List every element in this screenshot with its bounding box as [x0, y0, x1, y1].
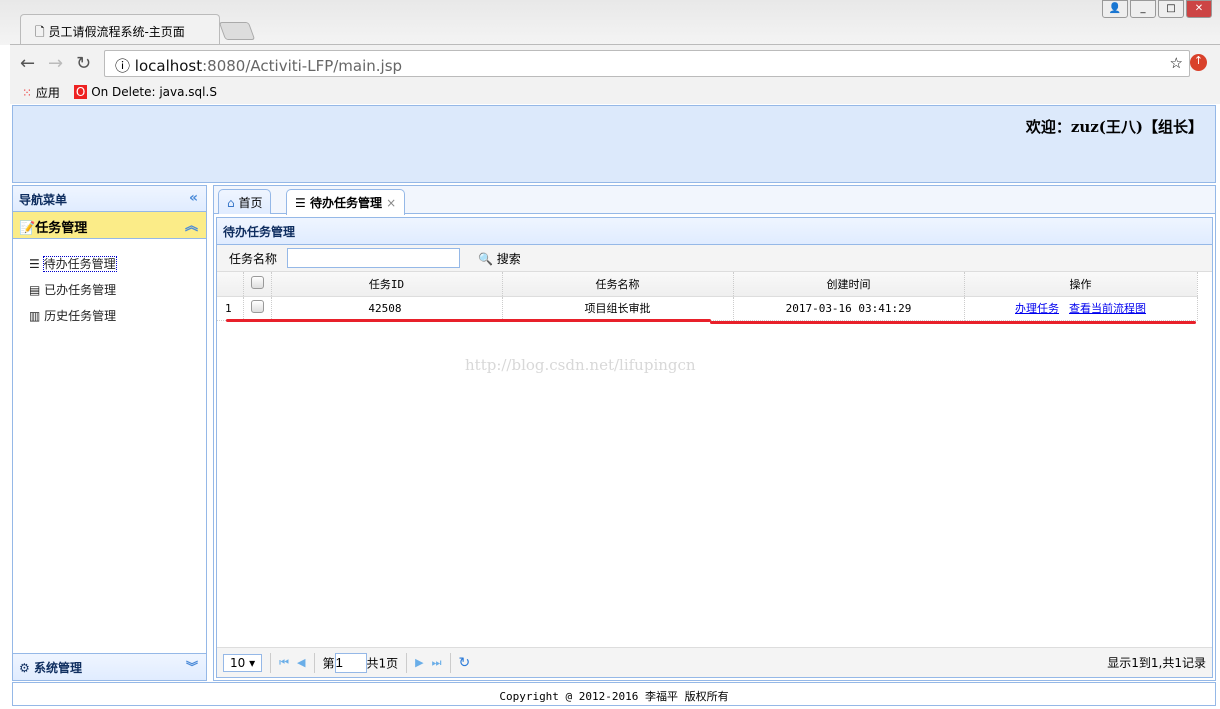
panel-title: 待办任务管理: [223, 225, 296, 239]
item-label: 待办任务管理: [42, 256, 117, 272]
info-icon: ⓘ: [115, 57, 135, 75]
apps-icon: ⁙: [22, 85, 33, 100]
user-icon[interactable]: 👤: [1102, 0, 1128, 18]
chevron-down-icon[interactable]: ︾: [186, 658, 198, 675]
search-button[interactable]: 🔍 搜索: [478, 250, 521, 267]
page-header: 欢迎：zuz(王八)【组长】: [12, 105, 1216, 183]
last-page-icon[interactable]: ⏭: [432, 656, 442, 670]
page-number-input[interactable]: [334, 652, 367, 673]
bookmark-label: On Delete: java.sql.S: [91, 85, 217, 99]
item-label: 历史任务管理: [44, 309, 117, 323]
cell-task-id: 42508: [271, 296, 503, 321]
view-flowchart-link[interactable]: 查看当前流程图: [1069, 302, 1146, 315]
bookmark-label: 应用: [35, 85, 60, 100]
sidebar-item-history[interactable]: ▥ 历史任务管理: [29, 301, 206, 327]
group-label: 任务管理: [35, 221, 88, 236]
page-size-select[interactable]: 10 ▾: [223, 653, 263, 672]
document-icon: ▤: [29, 283, 45, 297]
bookmark-oracle[interactable]: O On Delete: java.sql.S: [73, 85, 217, 99]
extension-icon[interactable]: ↑: [1190, 54, 1207, 71]
maximize-icon[interactable]: □: [1158, 0, 1184, 18]
tab-home[interactable]: ⌂ 首页: [218, 189, 272, 214]
page-icon: 🗋: [35, 25, 49, 39]
sidebar-item-done[interactable]: ▤ 已办任务管理: [29, 275, 206, 301]
history-icon: ▥: [29, 309, 45, 323]
main-panel: ⌂ 首页 ☰ 待办任务管理 × 待办任务管理 任务名称 🔍 搜索 任务ID 任务…: [213, 185, 1216, 681]
url-path: :8080/Activiti-LFP/main.jsp: [202, 57, 403, 75]
tab-todo[interactable]: ☰ 待办任务管理 ×: [286, 189, 406, 215]
prev-page-icon[interactable]: ◀: [297, 656, 305, 669]
todo-panel: 待办任务管理 任务名称 🔍 搜索 任务ID 任务名称 创建时间 操作 1 425…: [216, 217, 1213, 678]
bookmark-apps[interactable]: ⁙ 应用: [22, 84, 60, 101]
col-task-name[interactable]: 任务名称: [502, 272, 734, 297]
close-tab-icon[interactable]: ×: [386, 196, 396, 210]
window-controls: 👤 _ □ ✕: [1102, 0, 1212, 18]
group-label: 系统管理: [33, 661, 82, 675]
edit-icon: 📝: [19, 221, 36, 236]
sidebar-title: 导航菜单: [19, 193, 68, 207]
reload-icon[interactable]: ↻: [76, 53, 91, 74]
col-actions: 操作: [964, 272, 1198, 297]
table-header: 任务ID 任务名称 创建时间 操作: [217, 272, 1198, 297]
table-row[interactable]: 1 42508 项目组长审批 2017-03-16 03:41:29 办理任务查…: [217, 296, 1198, 321]
row-number-header: [217, 272, 244, 297]
search-bar: 任务名称 🔍 搜索: [217, 245, 1212, 272]
address-bar[interactable]: ⓘ localhost:8080/Activiti-LFP/main.jsp ☆: [104, 50, 1190, 77]
row-checkbox[interactable]: [243, 296, 272, 321]
new-tab-button[interactable]: [218, 22, 256, 40]
page-size-value: 10: [230, 655, 246, 670]
browser-tab[interactable]: 🗋 员工请假流程系统-主页面: [20, 14, 220, 46]
next-page-icon[interactable]: ▶: [415, 656, 423, 669]
search-label: 任务名称: [229, 251, 278, 266]
col-task-id[interactable]: 任务ID: [271, 272, 503, 297]
collapse-left-icon[interactable]: «: [189, 190, 198, 206]
nav-sidebar: 导航菜单 « 📝任务管理 ︽ ☰ 待办任务管理 ▤ 已办任务管理 ▥ 历史任务管理 …: [12, 185, 207, 681]
tab-title: 员工请假流程系统-主页面: [48, 25, 185, 39]
page-total: 共1页: [366, 656, 399, 670]
close-icon[interactable]: ✕: [1186, 0, 1212, 18]
first-page-icon[interactable]: ⏮: [279, 656, 289, 670]
annotation-underline: [710, 321, 1196, 324]
cell-task-name: 项目组长审批: [502, 296, 734, 321]
row-number: 1: [217, 296, 244, 321]
pagination: 10 ▾ ⏮ ◀ 第 共1页 ▶ ⏭ ↻ 显示1到1,共1记录: [217, 647, 1212, 677]
watermark: http://blog.csdn.net/lifupingcn: [465, 356, 696, 374]
forward-icon[interactable]: →: [48, 53, 63, 74]
tab-label: 待办任务管理: [309, 196, 382, 210]
search-icon: 🔍: [478, 251, 493, 266]
refresh-icon[interactable]: ↻: [459, 655, 471, 671]
tab-label: 首页: [238, 196, 263, 210]
welcome-text: 欢迎：zuz(王八)【组长】: [1025, 118, 1203, 136]
checklist-icon: ☰: [295, 196, 310, 210]
oracle-icon: O: [73, 85, 88, 99]
accordion-system-management[interactable]: ⚙ 系统管理 ︾: [13, 653, 206, 680]
task-table: 任务ID 任务名称 创建时间 操作 1 42508 项目组长审批 2017-03…: [217, 272, 1198, 321]
task-name-input[interactable]: [287, 248, 461, 268]
select-all-checkbox[interactable]: [243, 272, 272, 297]
sidebar-item-todo[interactable]: ☰ 待办任务管理: [29, 249, 206, 275]
home-icon: ⌂: [227, 196, 235, 210]
search-button-label: 搜索: [496, 251, 521, 266]
pager-summary: 显示1到1,共1记录: [1107, 656, 1206, 670]
back-icon[interactable]: ←: [20, 53, 35, 74]
minimize-icon[interactable]: _: [1130, 0, 1156, 18]
accordion-task-management[interactable]: 📝任务管理 ︽: [13, 212, 206, 239]
col-created[interactable]: 创建时间: [733, 272, 965, 297]
cell-actions: 办理任务 查看当前流程图: [964, 296, 1198, 321]
star-icon[interactable]: ☆: [1170, 54, 1183, 72]
item-label: 已办任务管理: [44, 283, 117, 297]
page-prefix: 第: [322, 656, 335, 670]
cell-created: 2017-03-16 03:41:29: [733, 296, 965, 321]
tab-bar: ⌂ 首页 ☰ 待办任务管理 ×: [214, 186, 1215, 215]
annotation-underline: [226, 319, 711, 322]
browser-toolbar: ← → ↻ ⓘ localhost:8080/Activiti-LFP/main…: [10, 44, 1220, 80]
handle-task-link[interactable]: 办理任务: [1015, 302, 1059, 315]
gear-icon: ⚙: [19, 661, 34, 675]
chevron-up-icon[interactable]: ︽: [185, 215, 198, 234]
url-host: localhost: [134, 57, 203, 75]
footer: Copyright @ 2012-2016 李福平 版权所有: [12, 682, 1216, 706]
bookmarks-bar: ⁙ 应用 O On Delete: java.sql.S: [10, 80, 1220, 104]
checklist-icon: ☰: [29, 257, 44, 271]
